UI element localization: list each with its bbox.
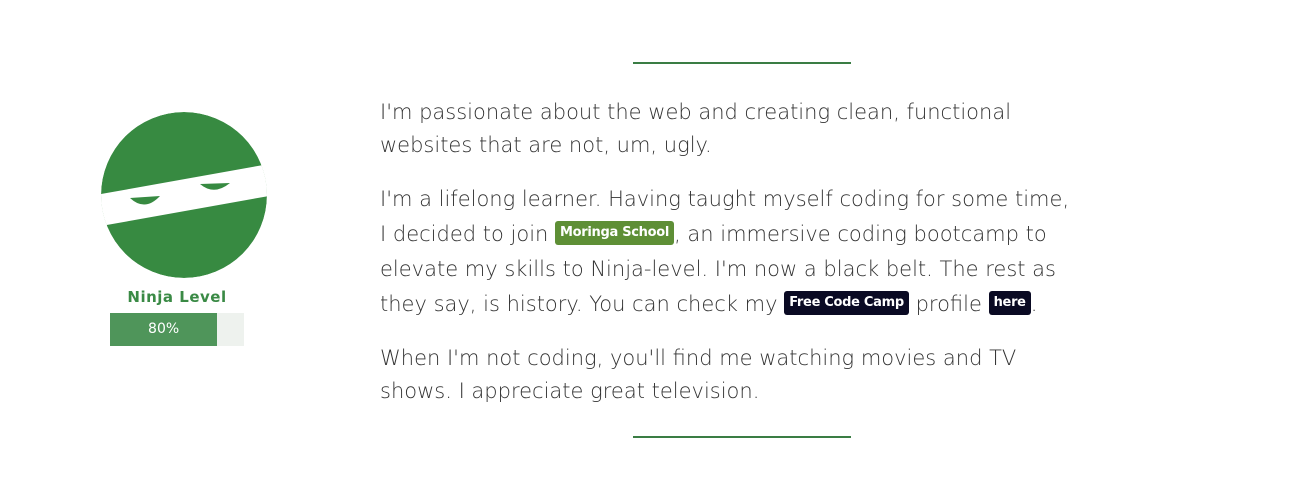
about-paragraph-2: I'm a lifelong learner. Having taught my… bbox=[380, 182, 1080, 322]
about-paragraph-1: I'm passionate about the web and creatin… bbox=[380, 100, 1012, 157]
skill-progress-bar: 80% bbox=[110, 313, 244, 346]
about-text-segment: . bbox=[1030, 292, 1038, 316]
ninja-icon bbox=[100, 110, 270, 285]
free-code-camp-link[interactable]: Free Code Camp bbox=[784, 291, 909, 315]
about-text-segment: profile bbox=[908, 292, 989, 316]
here-link[interactable]: here bbox=[988, 291, 1031, 315]
about-text: I'm passionate about the web and creatin… bbox=[380, 96, 1080, 428]
bottom-divider bbox=[633, 436, 851, 438]
moringa-school-link[interactable]: Moringa School bbox=[555, 221, 675, 245]
about-paragraph-3: When I'm not coding, you'll find me watc… bbox=[380, 346, 1017, 403]
ninja-level-label: Ninja Level bbox=[127, 288, 227, 306]
skill-progress-value: 80% bbox=[110, 313, 218, 346]
top-divider bbox=[633, 62, 851, 64]
